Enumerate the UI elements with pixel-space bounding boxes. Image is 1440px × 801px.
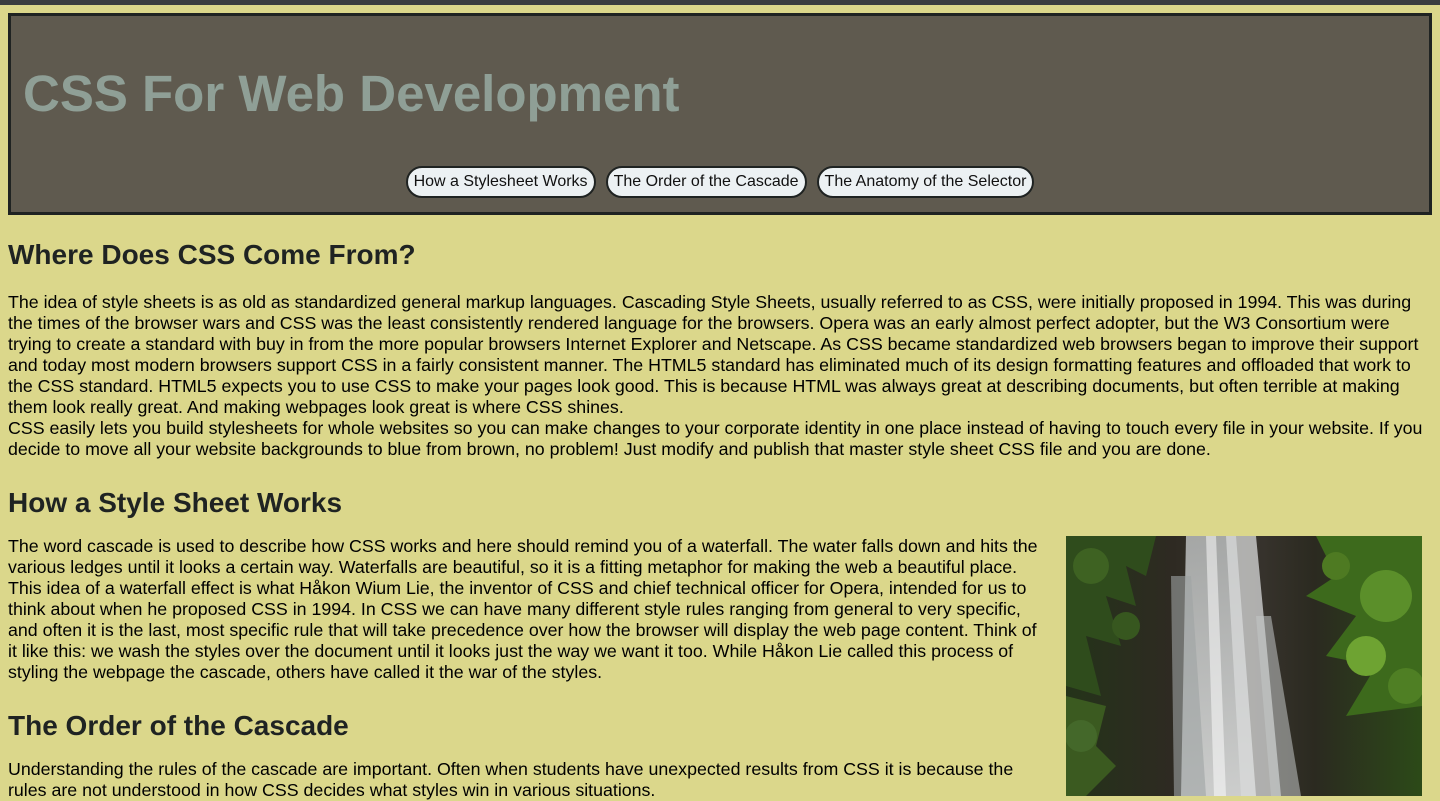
nav-link-stylesheet-works[interactable]: How a Stylesheet Works (405, 166, 596, 198)
section-paragraph: The idea of style sheets is as old as st… (8, 292, 1419, 417)
section-how-stylesheet-works: How a Style Sheet Works The word cascade… (8, 484, 1432, 796)
nav-link-order-of-cascade[interactable]: The Order of the Cascade (605, 166, 807, 198)
section-heading: Where Does CSS Come From? (8, 239, 416, 270)
main-content: Where Does CSS Come From? The idea of st… (8, 236, 1432, 801)
section-where-css-comes-from: Where Does CSS Come From? The idea of st… (8, 236, 1432, 460)
section-body: The word cascade is used to describe how… (8, 536, 1432, 796)
site-title: CSS For Web Development (23, 65, 680, 122)
section-paragraph: CSS easily lets you build stylesheets fo… (8, 418, 1423, 459)
section-paragraph: Understanding the rules of the cascade a… (8, 759, 1014, 800)
main-nav: How a Stylesheet Works The Order of the … (11, 166, 1429, 198)
section-heading: How a Style Sheet Works (8, 487, 343, 518)
section-paragraph: The word cascade is used to describe how… (8, 536, 1038, 682)
site-header: CSS For Web Development How a Stylesheet… (8, 13, 1432, 215)
browser-top-strip (0, 0, 1440, 5)
waterfall-photo (1066, 536, 1422, 796)
nav-link-anatomy-of-selector[interactable]: The Anatomy of the Selector (816, 166, 1035, 198)
